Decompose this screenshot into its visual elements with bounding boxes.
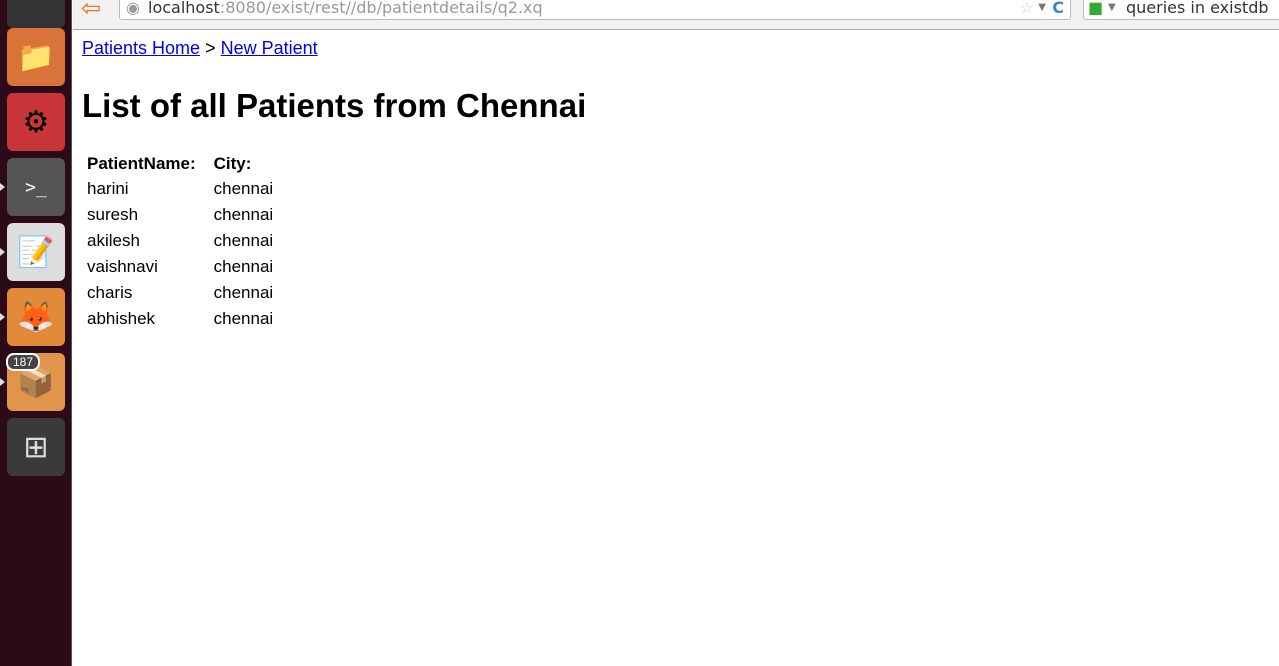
google-icon: ■ bbox=[1088, 0, 1104, 17]
table-row: harini chennai bbox=[85, 177, 275, 201]
breadcrumb: Patients Home > New Patient bbox=[82, 38, 586, 59]
city-cell: chennai bbox=[213, 309, 274, 328]
address-bar[interactable]: ◉ localhost:8080/exist/rest//db/patientde… bbox=[119, 0, 1071, 20]
city-cell: chennai bbox=[213, 205, 274, 224]
patients-table: PatientName: City: harini chennai suresh ch… bbox=[83, 151, 277, 333]
page-content: Patients Home > New Patient List of all … bbox=[82, 38, 586, 333]
breadcrumb-separator: > bbox=[205, 38, 216, 58]
patient-name-cell: abhishek bbox=[87, 309, 156, 328]
terminal-icon[interactable]: >_ bbox=[7, 158, 65, 216]
patient-name-cell: vaishnavi bbox=[87, 257, 158, 276]
city-cell: chennai bbox=[213, 231, 274, 250]
search-text: queries in existdb bbox=[1126, 0, 1269, 17]
table-row: vaishnavi chennai bbox=[85, 255, 275, 279]
table-header: PatientName: City: bbox=[85, 153, 275, 175]
city-cell: chennai bbox=[213, 257, 274, 276]
table-row: charis chennai bbox=[85, 281, 275, 305]
unity-launcher: 📁 ⚙ >_ 📝 🦊 📦 187 ⊞ bbox=[0, 0, 72, 666]
dash-icon[interactable] bbox=[7, 0, 65, 28]
patient-name-cell: harini bbox=[87, 179, 129, 198]
search-box[interactable]: ■ ▼ queries in existdb bbox=[1083, 0, 1279, 20]
search-engine-dropdown-icon[interactable]: ▼ bbox=[1108, 0, 1116, 19]
globe-icon: ◉ bbox=[126, 0, 140, 17]
table-row: suresh chennai bbox=[85, 203, 275, 227]
patients-home-link[interactable]: Patients Home bbox=[82, 38, 200, 58]
city-cell: chennai bbox=[213, 179, 274, 198]
url-host: localhost bbox=[148, 0, 220, 17]
back-arrow-icon[interactable]: ⇦ bbox=[81, 0, 101, 23]
new-patient-link[interactable]: New Patient bbox=[221, 38, 318, 58]
page-title: List of all Patients from Chennai bbox=[82, 87, 587, 124]
browser-toolbar: ⇦ ◉ localhost:8080/exist/rest//db/patient… bbox=[73, 0, 1279, 30]
bookmark-star-icon[interactable]: ☆ bbox=[1020, 0, 1034, 19]
system-settings-icon[interactable]: ⚙ bbox=[7, 93, 65, 151]
update-count-badge: 187 bbox=[6, 353, 41, 371]
header-city: City: bbox=[213, 154, 252, 173]
reload-icon[interactable]: C bbox=[1052, 0, 1064, 19]
workspace-switcher-icon[interactable]: ⊞ bbox=[7, 418, 65, 476]
table-row: akilesh chennai bbox=[85, 229, 275, 253]
files-folder-icon[interactable]: 📁 bbox=[7, 28, 65, 86]
text-editor-icon[interactable]: 📝 bbox=[7, 223, 65, 281]
city-cell: chennai bbox=[213, 283, 274, 302]
patient-name-cell: suresh bbox=[87, 205, 139, 224]
patient-name-cell: charis bbox=[87, 283, 133, 302]
firefox-icon[interactable]: 🦊 bbox=[7, 288, 65, 346]
table-row: abhishek chennai bbox=[85, 307, 275, 331]
url-path: :8080/exist/rest//db/patientdetails/q2.x… bbox=[219, 0, 543, 17]
patient-name-cell: akilesh bbox=[87, 231, 140, 250]
dropdown-icon[interactable]: ▼ bbox=[1038, 0, 1046, 19]
header-patient-name: PatientName: bbox=[87, 154, 196, 173]
